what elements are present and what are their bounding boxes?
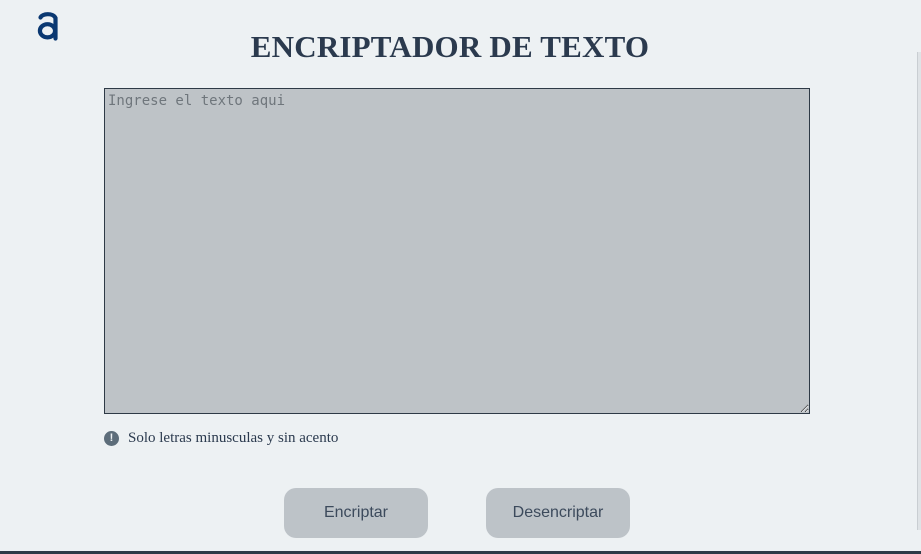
hint-text: Solo letras minusculas y sin acento: [128, 429, 339, 446]
text-input[interactable]: [104, 88, 810, 414]
encrypt-button[interactable]: Encriptar: [284, 488, 428, 538]
scrollbar-edge: [917, 52, 921, 530]
decrypt-button[interactable]: Desencriptar: [486, 488, 630, 538]
exclamation-circle-icon: !: [104, 430, 119, 446]
page-title: ENCRIPTADOR DE TEXTO: [250, 29, 650, 64]
input-hint: ! Solo letras minusculas y sin acento: [104, 429, 338, 447]
